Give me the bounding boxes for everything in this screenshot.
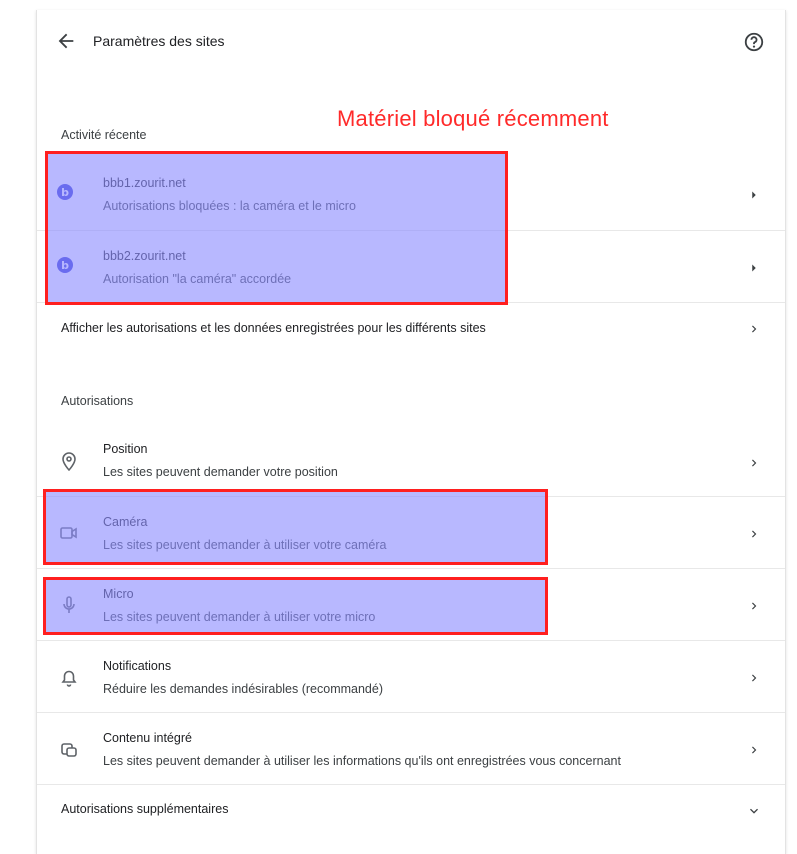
all-sites-label: Afficher les autorisations et les donnée… bbox=[61, 321, 486, 335]
help-icon[interactable] bbox=[743, 31, 765, 53]
chevron-right-icon bbox=[752, 264, 756, 272]
site-settings-card: Paramètres des sites Matériel bloqué réc… bbox=[36, 10, 786, 854]
permissions-title: Autorisations bbox=[61, 394, 134, 408]
permission-label: Caméra bbox=[103, 515, 148, 529]
chevron-right-icon bbox=[752, 602, 757, 610]
chevron-right-icon bbox=[752, 325, 757, 333]
chevron-right-icon bbox=[752, 746, 757, 754]
all-sites-row[interactable]: Afficher les autorisations et les donnée… bbox=[37, 302, 785, 355]
chevron-right-icon bbox=[752, 459, 757, 467]
recent-site-row[interactable]: b bbb1.zourit.net Autorisations bloquées… bbox=[37, 158, 785, 230]
permission-desc: Les sites peuvent demander votre positio… bbox=[103, 465, 338, 479]
site-favicon-icon: b bbox=[57, 257, 81, 281]
permission-label: Micro bbox=[103, 587, 134, 601]
chevron-down-icon bbox=[750, 808, 758, 814]
header: Paramètres des sites bbox=[37, 10, 785, 72]
site-name: bbb1.zourit.net bbox=[103, 176, 186, 190]
bell-icon bbox=[61, 670, 77, 687]
chevron-right-icon bbox=[752, 674, 757, 682]
annotation-label: Matériel bloqué récemment bbox=[337, 106, 609, 131]
permission-desc: Les sites peuvent demander à utiliser vo… bbox=[103, 610, 376, 624]
embedded-content-icon bbox=[61, 743, 77, 757]
permission-row-embedded-content[interactable]: Contenu intégré Les sites peuvent demand… bbox=[37, 712, 785, 785]
permission-row-microphone[interactable]: Micro Les sites peuvent demander à utili… bbox=[37, 568, 785, 641]
permission-label: Position bbox=[103, 442, 148, 456]
permission-row-notifications[interactable]: Notifications Réduire les demandes indés… bbox=[37, 640, 785, 713]
recent-site-row[interactable]: b bbb2.zourit.net Autorisation "la camér… bbox=[37, 230, 785, 303]
camera-icon bbox=[60, 527, 77, 539]
microphone-icon bbox=[63, 596, 75, 613]
page-title: Paramètres des sites bbox=[93, 33, 225, 49]
chevron-right-icon bbox=[752, 191, 756, 199]
site-permission-detail: Autorisation "la caméra" accordée bbox=[103, 272, 292, 286]
permission-row-camera[interactable]: Caméra Les sites peuvent demander à util… bbox=[37, 496, 785, 569]
location-pin-icon bbox=[62, 452, 76, 472]
permission-desc: Les sites peuvent demander à utiliser le… bbox=[103, 754, 621, 768]
back-arrow-icon[interactable] bbox=[55, 30, 77, 52]
permission-row-position[interactable]: Position Les sites peuvent demander votr… bbox=[37, 428, 785, 496]
site-name: bbb2.zourit.net bbox=[103, 249, 186, 263]
permission-desc: Les sites peuvent demander à utiliser vo… bbox=[103, 538, 387, 552]
permission-desc: Réduire les demandes indésirables (recom… bbox=[103, 682, 383, 696]
site-favicon-icon: b bbox=[57, 184, 81, 208]
additional-permissions-row[interactable]: Autorisations supplémentaires bbox=[37, 784, 785, 837]
permission-label: Contenu intégré bbox=[103, 731, 192, 745]
chevron-right-icon bbox=[752, 530, 757, 538]
permission-label: Notifications bbox=[103, 659, 172, 673]
recent-activity-title: Activité récente bbox=[61, 128, 147, 142]
additional-permissions-label: Autorisations supplémentaires bbox=[61, 802, 229, 816]
site-permission-detail: Autorisations bloquées : la caméra et le… bbox=[103, 199, 356, 213]
